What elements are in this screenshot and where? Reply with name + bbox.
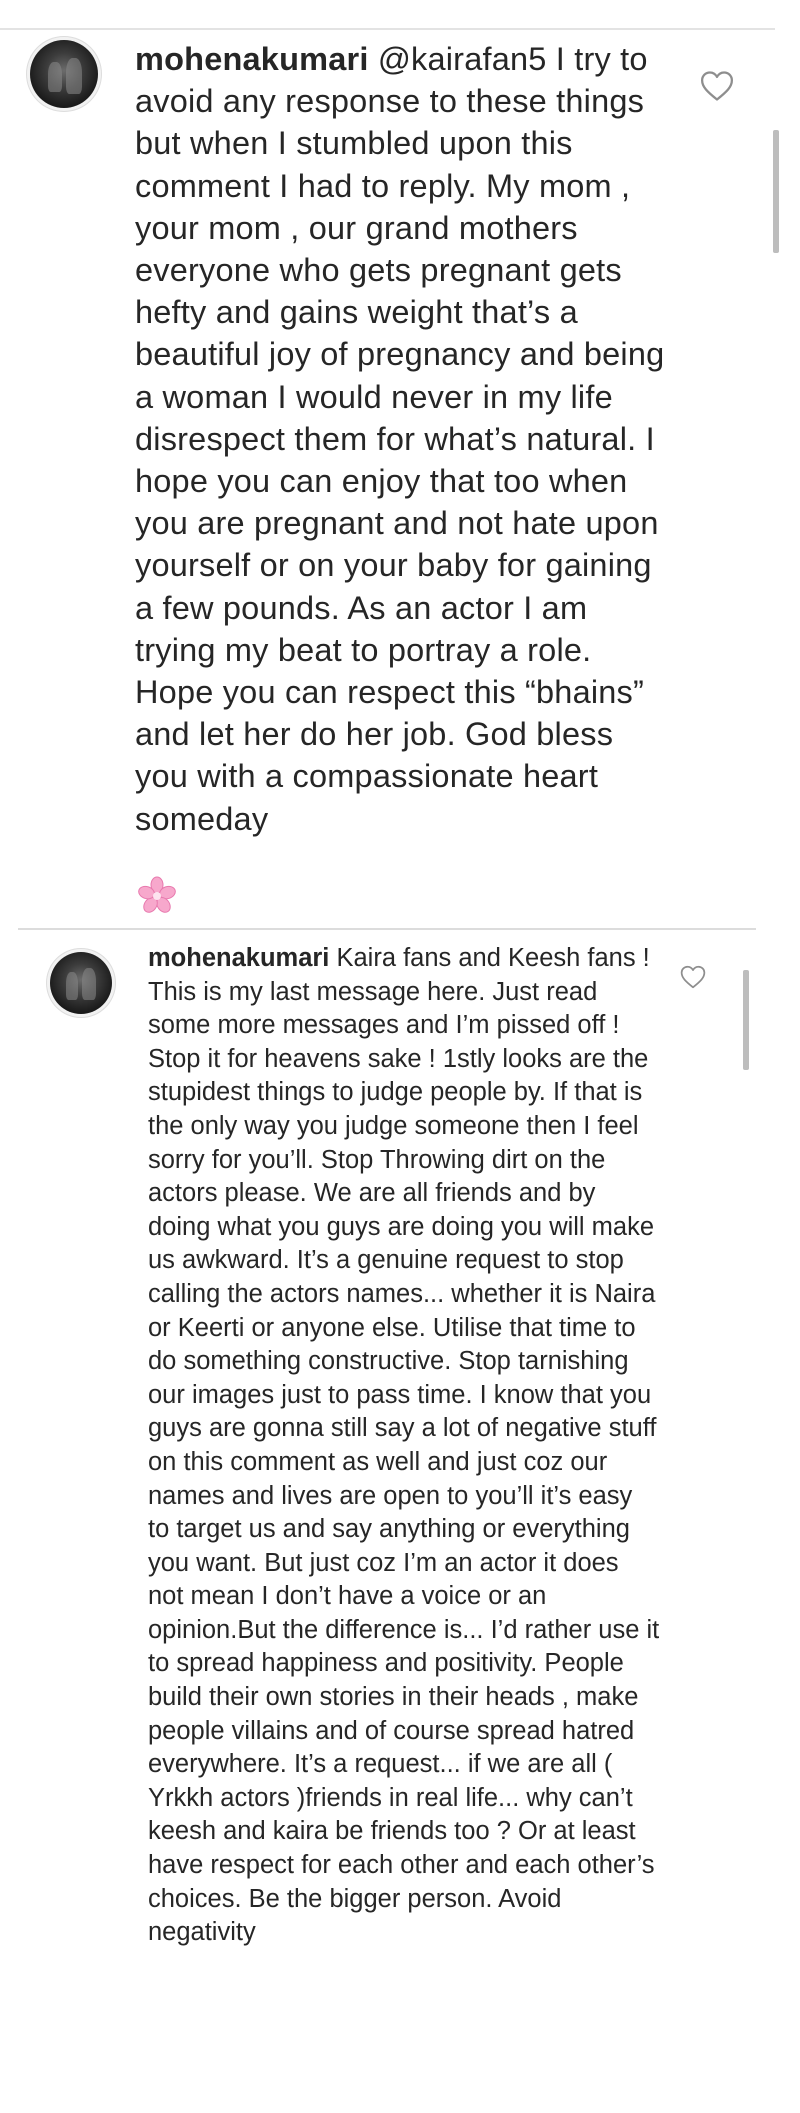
comment-text: mohenakumari @kairafan5 I try to avoid a… <box>135 38 675 840</box>
comment-text: mohenakumari Kaira fans and Keesh fans !… <box>148 942 660 1950</box>
like-heart-icon[interactable] <box>700 70 734 102</box>
scrollbar[interactable] <box>743 970 749 1070</box>
comment-username[interactable]: mohenakumari <box>148 944 329 972</box>
cherry-blossom-icon <box>138 876 176 913</box>
avatar[interactable] <box>50 952 112 1014</box>
like-heart-icon[interactable] <box>680 965 706 989</box>
scrollbar[interactable] <box>773 130 779 253</box>
comment-body: Kaira fans and Keesh fans ! This is my l… <box>148 944 660 1947</box>
comment-mention[interactable]: @kairafan5 <box>378 41 547 77</box>
comment-body: I try to avoid any response to these thi… <box>135 41 665 837</box>
comment-username[interactable]: mohenakumari <box>135 41 369 77</box>
comment-item: mohenakumari @kairafan5 I try to avoid a… <box>0 0 800 930</box>
avatar[interactable] <box>30 40 98 108</box>
comment-item: mohenakumari Kaira fans and Keesh fans !… <box>0 930 800 2113</box>
